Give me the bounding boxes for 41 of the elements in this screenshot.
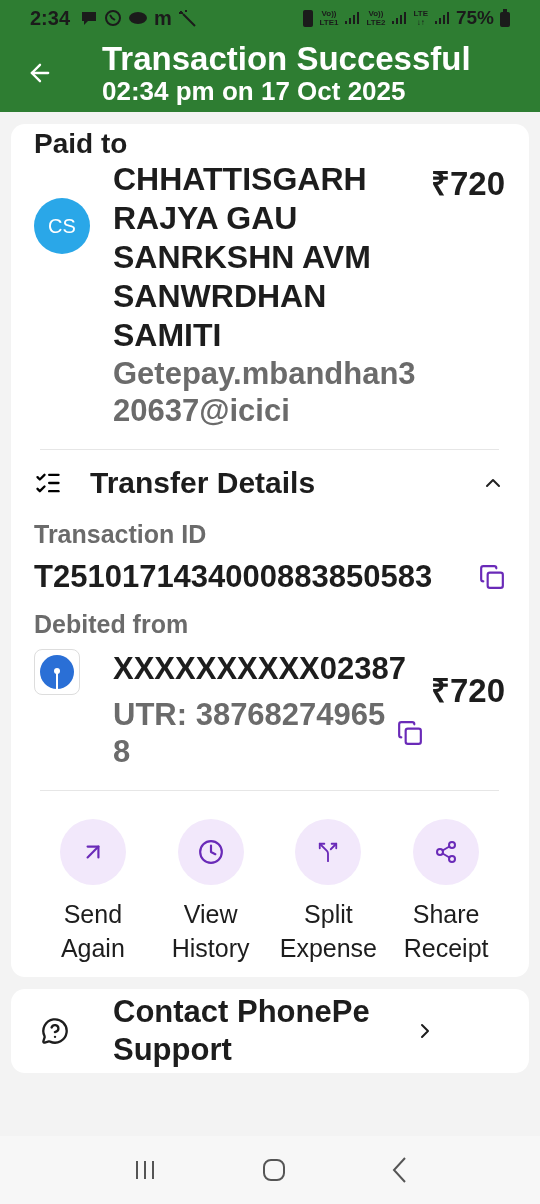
amount: ₹720 [430,164,505,204]
paid-to-label: Paid to [34,128,128,159]
amount: ₹720 [430,671,505,711]
transaction-id: T2510171434000883850583 [34,558,434,596]
network-label: LTE ↓↑ [413,9,428,27]
avatar: CS [34,198,90,254]
account-number: XXXXXXXXXX02387 [113,650,407,688]
clock-icon [197,839,224,865]
network-label: Vo)) LTE2 [366,9,386,27]
network-label: Vo)) LTE1 [319,9,339,27]
action-button[interactable]: View History [151,819,270,965]
share-icon [434,840,459,864]
action-button[interactable]: Send Again [34,819,152,965]
section-title: Transfer Details [90,466,317,500]
copy-button[interactable] [479,563,505,590]
back-nav-button[interactable] [391,1156,408,1184]
page-title: Transaction Successful [102,41,471,77]
battery-icon [500,9,510,27]
signal-icon [344,10,361,26]
split-icon [317,841,340,863]
signal-icon [433,10,450,26]
help-icon [41,1017,69,1045]
support-link[interactable]: Contact PhonePe Support [11,989,529,1073]
copy-button[interactable] [396,720,423,746]
action-button[interactable]: Split Expense [269,819,388,965]
chat-icon [80,9,99,27]
home-button[interactable] [262,1158,286,1182]
battery-level: 75% [455,7,494,29]
status-time: 2:34 [30,6,71,30]
battery-saver-icon [301,8,314,28]
action-button[interactable]: Share Receipt [387,819,505,965]
payee-name: CHHATTISGARH RAJYA GAU SANRKSHN AVM SANWRDHAN SAMITI [113,160,372,355]
upi-id: Getepay.mbandhan320637@icici [113,355,417,429]
app-icon: m [154,6,172,30]
transaction-time: 02:34 pm on 17 Oct 2025 [102,77,407,105]
utr-number: UTR: 387682749658 [113,696,387,770]
field-label: Transaction ID [34,520,208,549]
signal-icon [391,10,408,26]
wand-icon [177,9,196,27]
bank-logo [34,649,80,695]
field-label: Debited from [34,610,190,639]
